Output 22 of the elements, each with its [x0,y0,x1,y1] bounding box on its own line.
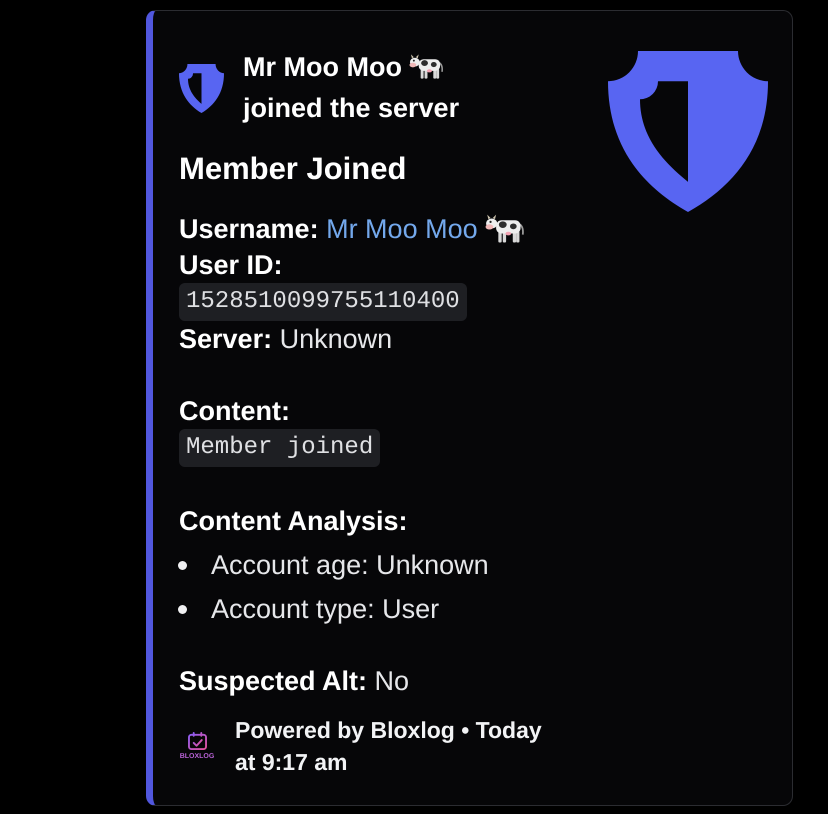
field-text: Server: Unknown [179,324,392,354]
author-text: joined the server [243,92,460,125]
bullet-icon [178,560,187,570]
embed-title: Member Joined [179,150,408,188]
bullet-icon [178,604,187,614]
field-text: Suspected Alt: No [179,666,410,696]
shield-icon [608,51,768,212]
calendar-check-icon [188,732,206,750]
shield-icon [179,64,224,112]
field-label: User ID: [179,250,283,280]
field-label: Content: [179,396,290,426]
code-snippet: Member joined [179,429,380,467]
cow-icon [485,212,526,244]
bullet-text: Account age: Unknown [211,549,489,582]
bullet-text: Account type: User [211,593,440,626]
field-label: Username: [179,214,319,244]
code-snippet: 1528510099755110400 [179,283,467,321]
cow-icon [409,52,444,80]
field-label: Content Analysis: [179,506,408,536]
author-name: Mr Moo Moo [243,52,402,82]
username-link[interactable]: Mr Moo Moo [326,214,478,244]
footer-text: Powered by Bloxlog • Today at 9:17 am [235,716,543,777]
